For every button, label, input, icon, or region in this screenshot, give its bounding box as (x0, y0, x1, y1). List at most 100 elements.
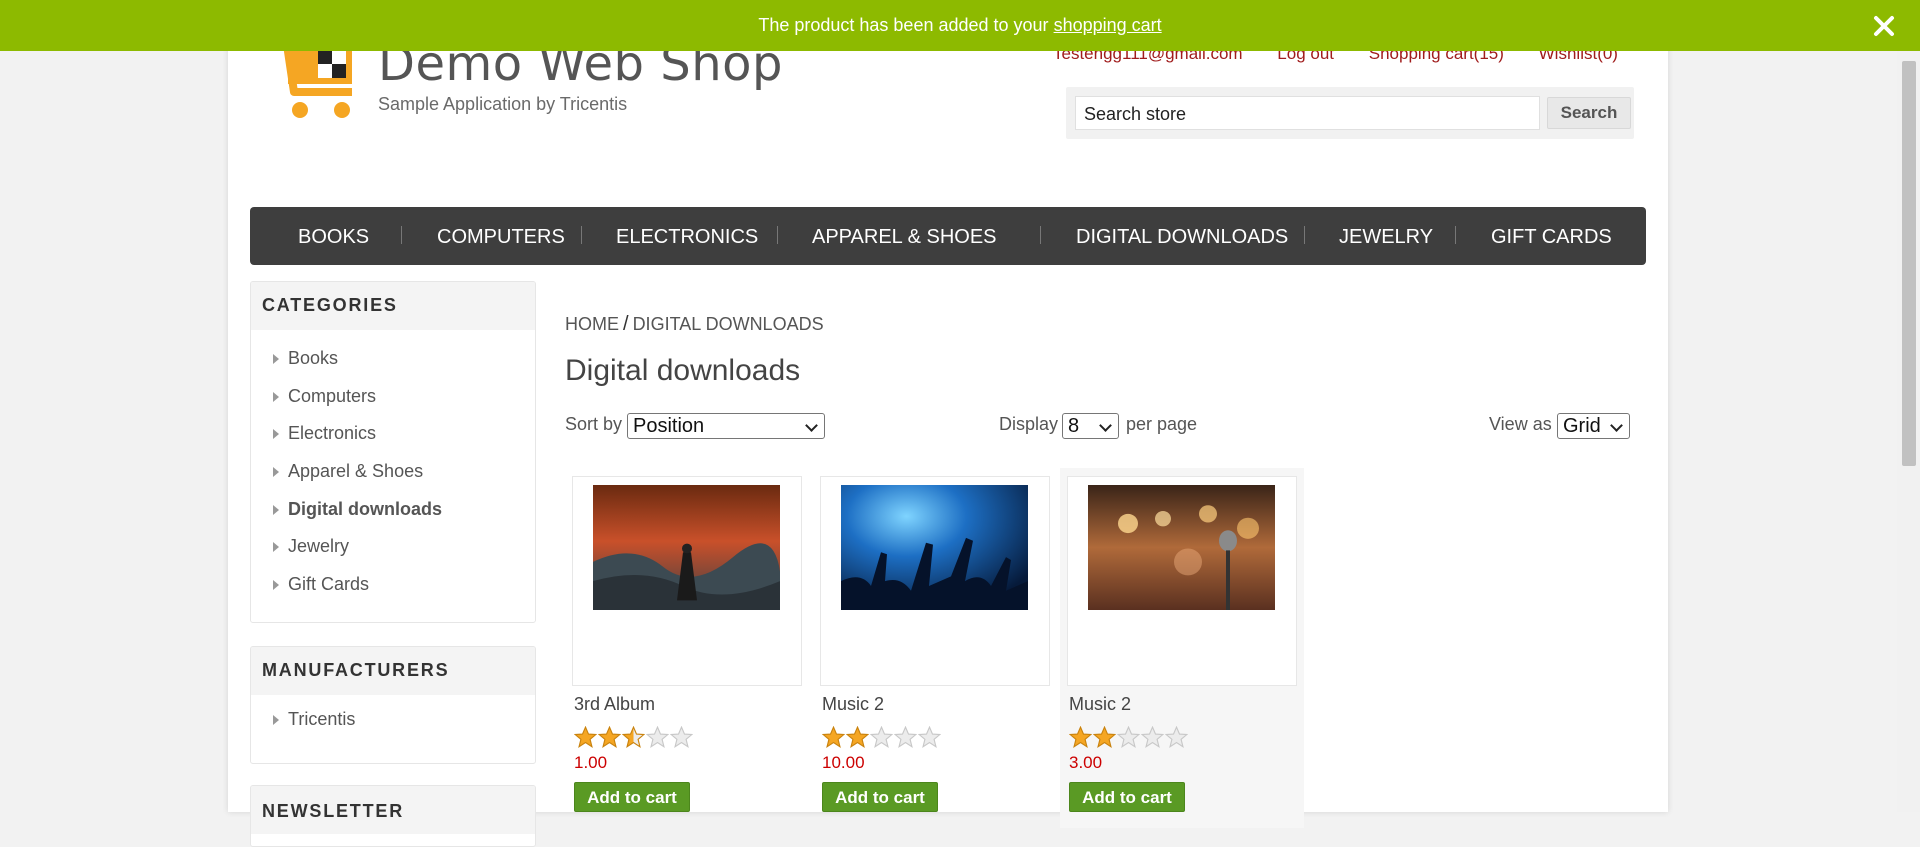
product-picture-frame[interactable] (1067, 476, 1297, 686)
manufacturers-block: MANUFACTURERS Tricentis (250, 646, 536, 764)
star-half-icon (622, 726, 645, 748)
manufacturers-list: Tricentis (251, 695, 535, 739)
sort-by-value: Position (633, 415, 705, 437)
product-title[interactable]: 3rd Album (574, 694, 655, 715)
album-cover-image[interactable] (593, 485, 780, 610)
category-item-computers[interactable]: Computers (251, 378, 535, 416)
add-to-cart-button[interactable]: Add to cart (574, 782, 690, 812)
notification-cart-link[interactable]: shopping cart (1054, 15, 1162, 35)
product-picture-frame[interactable] (572, 476, 802, 686)
star-empty-icon (1165, 726, 1188, 748)
scrollbar-thumb[interactable] (1902, 61, 1916, 466)
sort-by-label: Sort by (565, 414, 623, 434)
star-empty-icon (1141, 726, 1164, 748)
concert-crowd-image[interactable] (841, 485, 1028, 610)
nav-item-digital-downloads[interactable]: DIGITAL DOWNLOADS (1076, 226, 1288, 249)
product-title[interactable]: Music 2 (822, 694, 884, 715)
nav-separator (1304, 226, 1305, 244)
chevron-down-icon (805, 419, 818, 432)
nav-item-electronics[interactable]: ELECTRONICS (616, 226, 758, 249)
star-filled-icon (598, 726, 621, 748)
notification-bar: The product has been added to your shopp… (0, 0, 1920, 51)
page-size-value: 8 (1068, 415, 1080, 437)
product-item: Music 2 10.00 Add to cart (813, 468, 1057, 828)
triangle-right-icon (273, 542, 279, 553)
category-item-gift-cards[interactable]: Gift Cards (251, 566, 535, 604)
search-input[interactable]: Search store (1075, 96, 1540, 130)
close-icon[interactable] (1872, 14, 1896, 38)
category-label: Electronics (288, 423, 377, 444)
categories-title: CATEGORIES (251, 282, 535, 330)
product-rating (1069, 726, 1188, 749)
triangle-right-icon (273, 504, 279, 515)
chevron-down-icon (1610, 419, 1623, 432)
brand-subtitle: Sample Application by Tricentis (378, 94, 628, 114)
category-label: Books (288, 348, 339, 368)
star-filled-icon (574, 726, 597, 748)
product-picture-frame[interactable] (820, 476, 1050, 686)
breadcrumb: HOME / DIGITAL DOWNLOADS (565, 313, 824, 336)
sort-by-select[interactable]: Position (627, 413, 825, 439)
page-title: Digital downloads (565, 354, 801, 387)
breadcrumb-home[interactable]: HOME (565, 314, 619, 334)
category-label: Apparel & Shoes (288, 461, 424, 482)
manufacturer-item-tricentis[interactable]: Tricentis (251, 701, 535, 739)
nav-separator (777, 226, 778, 244)
star-filled-icon (822, 726, 845, 748)
vertical-scrollbar[interactable] (1897, 51, 1920, 812)
nav-item-jewelry[interactable]: JEWELRY (1339, 226, 1433, 249)
nav-separator (581, 226, 582, 244)
category-item-jewelry[interactable]: Jewelry (251, 528, 535, 566)
star-filled-icon (846, 726, 869, 748)
view-as-label: View as (1489, 414, 1552, 434)
triangle-right-icon (273, 715, 279, 725)
category-item-electronics[interactable]: Electronics (251, 415, 535, 453)
nav-item-books[interactable]: BOOKS (298, 226, 369, 249)
triangle-right-icon (273, 391, 279, 402)
triangle-right-icon (273, 354, 279, 364)
search-button[interactable]: Search (1547, 97, 1631, 129)
star-empty-icon (1117, 726, 1140, 748)
category-label: Gift Cards (288, 574, 370, 595)
per-page-label: per page (1126, 414, 1198, 434)
star-empty-icon (894, 726, 917, 748)
product-title[interactable]: Music 2 (1069, 694, 1131, 715)
product-rating (574, 726, 693, 749)
display-label: Display (999, 414, 1059, 434)
page-size-select[interactable]: 8 (1062, 413, 1119, 439)
category-label: Jewelry (288, 536, 350, 557)
nav-item-computers[interactable]: COMPUTERS (437, 226, 565, 249)
star-empty-icon (670, 726, 693, 748)
categories-list: Books Computers Electronics Apparel & Sh… (251, 330, 535, 604)
view-mode-select[interactable]: Grid (1557, 413, 1630, 439)
manufacturer-label: Tricentis (288, 709, 356, 729)
product-rating (822, 726, 941, 749)
manufacturers-title: MANUFACTURERS (251, 647, 535, 695)
category-item-apparel-shoes[interactable]: Apparel & Shoes (251, 453, 535, 491)
product-price: 3.00 (1069, 753, 1103, 772)
star-filled-icon (1069, 726, 1092, 748)
chevron-down-icon (1099, 419, 1112, 432)
nav-separator (401, 226, 402, 244)
top-menu: BOOKS COMPUTERS ELECTRONICS APPAREL & SH… (250, 207, 1646, 265)
nav-separator (1455, 226, 1456, 244)
notification-text: The product has been added to your (758, 15, 1049, 35)
newsletter-title: NEWSLETTER (251, 786, 535, 834)
add-to-cart-button[interactable]: Add to cart (822, 782, 938, 812)
triangle-right-icon (273, 429, 279, 440)
page-container: Demo Web Shop Sample Application by Tric… (228, 0, 1668, 847)
triangle-right-icon (273, 580, 279, 591)
product-item: 3rd Album 1.00 Add to cart (565, 468, 809, 828)
category-item-books[interactable]: Books (251, 340, 535, 378)
breadcrumb-separator: / (623, 313, 629, 335)
microphone-stage-image[interactable] (1088, 485, 1275, 610)
nav-separator (1040, 226, 1041, 244)
product-price: 1.00 (574, 753, 608, 772)
newsletter-block: NEWSLETTER (250, 785, 536, 847)
breadcrumb-current: DIGITAL DOWNLOADS (632, 314, 824, 334)
nav-item-gift-cards[interactable]: GIFT CARDS (1491, 226, 1612, 249)
add-to-cart-button[interactable]: Add to cart (1069, 782, 1185, 812)
category-item-digital-downloads[interactable]: Digital downloads (251, 491, 535, 529)
nav-item-apparel-shoes[interactable]: APPAREL & SHOES (812, 226, 997, 249)
view-mode-value: Grid (1563, 415, 1601, 437)
